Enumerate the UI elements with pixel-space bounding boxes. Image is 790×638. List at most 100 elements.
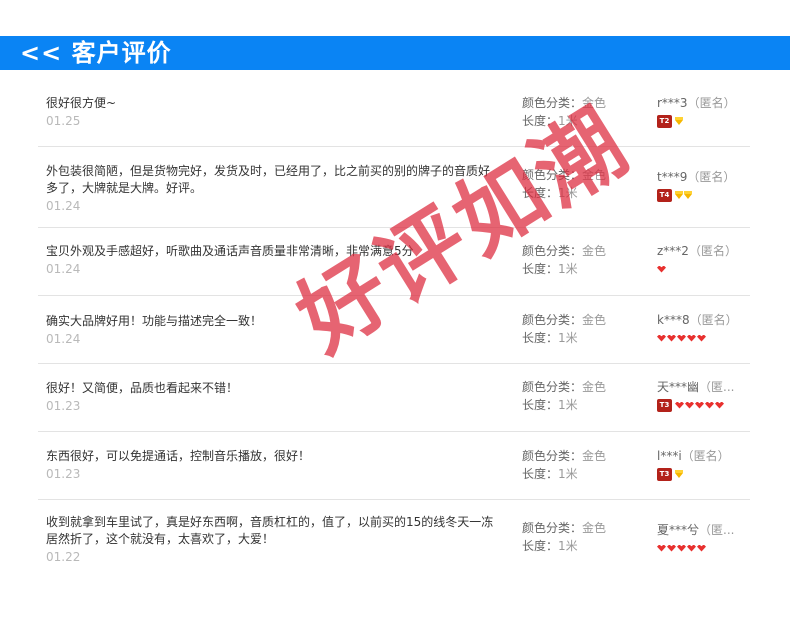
heart-icon (657, 544, 666, 552)
heart-icon (705, 401, 714, 409)
reviewer: 夏***兮（匿... (657, 521, 752, 556)
sku-color: 颜色分类：金色 (522, 311, 606, 329)
reviewer-badges: T2 (657, 113, 752, 129)
sku-length-value: 1米 (558, 539, 578, 553)
reviewer-name[interactable]: r***3 (657, 96, 688, 110)
reviewer-name[interactable]: z***2 (657, 244, 689, 258)
reviewer-name[interactable]: 天***幽 (657, 380, 699, 394)
vip-level-icon: T2 (657, 114, 672, 128)
reviewer-anonymous-tag: （匿名） (681, 449, 730, 463)
sku-info: 颜色分类：金色 长度：1米 (522, 378, 606, 414)
review-date: 01.23 (46, 399, 81, 413)
reviewer-badges (657, 261, 752, 277)
sku-length-value: 1米 (558, 186, 578, 200)
sku-color-label: 颜色分类： (522, 244, 583, 258)
sku-color-value: 金色 (582, 168, 607, 182)
sku-color-value: 金色 (582, 313, 607, 327)
review-content-block: 宝贝外观及手感超好，听歌曲及通话声音质量非常清晰，非常满意5分 01.24 (46, 243, 501, 278)
reviewer-name[interactable]: 夏***兮 (657, 523, 699, 537)
diamond-icon (675, 116, 683, 125)
sku-info: 颜色分类：金色 长度：1米 (522, 519, 606, 555)
sku-color-label: 颜色分类： (522, 449, 583, 463)
review-content-block: 很好很方便~ 01.25 (46, 95, 501, 130)
reviewer-badges: T3 (657, 397, 752, 413)
heart-icon (687, 334, 696, 342)
heart-icon (695, 401, 704, 409)
review-date: 01.24 (46, 262, 81, 276)
sku-length-label: 长度： (522, 114, 559, 128)
heart-icon (667, 334, 676, 342)
review-content-block: 确实大品牌好用！功能与描述完全一致！ 01.24 (46, 313, 501, 348)
sku-color: 颜色分类：金色 (522, 447, 606, 465)
sku-info: 颜色分类：金色 长度：1米 (522, 166, 606, 202)
review-date: 01.23 (46, 467, 81, 481)
sku-length-label: 长度： (522, 398, 559, 412)
review-content-block: 东西很好，可以免提通话，控制音乐播放，很好！ 01.23 (46, 448, 501, 483)
reviewer-anonymous-tag: （匿... (699, 380, 735, 394)
review-item: 很好！又简便，品质也看起来不错！ 01.23 颜色分类：金色 长度：1米 天**… (38, 364, 750, 432)
heart-icon (677, 544, 686, 552)
sku-color: 颜色分类：金色 (522, 94, 606, 112)
review-text: 收到就拿到车里试了，真是好东西啊，音质杠杠的，值了，以前买的15的线冬天一冻居然… (46, 515, 494, 546)
reviewer-anonymous-tag: （匿名） (689, 313, 738, 327)
review-item: 东西很好，可以免提通话，控制音乐播放，很好！ 01.23 颜色分类：金色 长度：… (38, 432, 750, 500)
sku-color: 颜色分类：金色 (522, 166, 606, 184)
sku-color-value: 金色 (582, 380, 607, 394)
sku-length: 长度：1米 (522, 537, 606, 555)
reviewer-badges (657, 330, 752, 346)
section-title: << 客户评价 (20, 39, 172, 67)
sku-color: 颜色分类：金色 (522, 378, 606, 396)
sku-length-value: 1米 (558, 331, 578, 345)
sku-info: 颜色分类：金色 长度：1米 (522, 94, 606, 130)
sku-length-value: 1米 (558, 398, 578, 412)
review-item: 收到就拿到车里试了，真是好东西啊，音质杠杠的，值了，以前买的15的线冬天一冻居然… (38, 500, 750, 574)
reviewer-name[interactable]: k***8 (657, 313, 690, 327)
review-text: 宝贝外观及手感超好，听歌曲及通话声音质量非常清晰，非常满意5分 (46, 244, 414, 258)
reviewer-badges: T3 (657, 466, 752, 482)
sku-length-label: 长度： (522, 539, 559, 553)
sku-color-label: 颜色分类： (522, 521, 583, 535)
vip-level-icon: T3 (657, 398, 672, 412)
heart-icon (667, 544, 676, 552)
review-content-block: 外包装很简陋，但是货物完好，发货及时，已经用了，比之前买的别的牌子的音质好多了，… (46, 163, 501, 215)
heart-icon (675, 401, 684, 409)
review-list: 很好很方便~ 01.25 颜色分类：金色 长度：1米 r***3（匿名） T2 … (38, 80, 750, 574)
reviewer: r***3（匿名） T2 (657, 94, 752, 129)
heart-icon (687, 544, 696, 552)
reviewer: z***2（匿名） (657, 242, 752, 277)
sku-length: 长度：1米 (522, 465, 606, 483)
reviewer: t***9（匿名） T4 (657, 168, 752, 203)
reviewer-anonymous-tag: （匿名） (687, 96, 736, 110)
vip-level-icon: T4 (657, 188, 672, 202)
heart-icon (697, 334, 706, 342)
sku-length-label: 长度： (522, 331, 559, 345)
reviewer-anonymous-tag: （匿... (699, 523, 735, 537)
sku-length: 长度：1米 (522, 112, 606, 130)
review-text: 很好很方便~ (46, 96, 117, 110)
heart-icon (657, 334, 666, 342)
reviewer-badges: T4 (657, 187, 752, 203)
page: << 客户评价 很好很方便~ 01.25 颜色分类：金色 长度：1米 r***3… (0, 0, 790, 638)
sku-length: 长度：1米 (522, 184, 606, 202)
reviewer-name[interactable]: l***i (657, 449, 682, 463)
sku-color-value: 金色 (582, 521, 607, 535)
sku-info: 颜色分类：金色 长度：1米 (522, 311, 606, 347)
sku-color-label: 颜色分类： (522, 380, 583, 394)
review-text: 确实大品牌好用！功能与描述完全一致！ (46, 314, 263, 328)
review-item: 外包装很简陋，但是货物完好，发货及时，已经用了，比之前买的别的牌子的音质好多了，… (38, 147, 750, 228)
review-date: 01.22 (46, 550, 81, 564)
review-text: 东西很好，可以免提通话，控制音乐播放，很好！ (46, 449, 311, 463)
sku-info: 颜色分类：金色 长度：1米 (522, 242, 606, 278)
review-text: 很好！又简便，品质也看起来不错！ (46, 381, 239, 395)
heart-icon (697, 544, 706, 552)
reviewer: 天***幽（匿... T3 (657, 378, 752, 413)
section-header: << 客户评价 (0, 36, 790, 70)
review-date: 01.24 (46, 332, 81, 346)
review-content-block: 很好！又简便，品质也看起来不错！ 01.23 (46, 380, 501, 415)
reviewer: l***i（匿名） T3 (657, 447, 752, 482)
heart-icon (685, 401, 694, 409)
heart-icon (715, 401, 724, 409)
reviewer-name[interactable]: t***9 (657, 170, 687, 184)
sku-info: 颜色分类：金色 长度：1米 (522, 447, 606, 483)
review-content-block: 收到就拿到车里试了，真是好东西啊，音质杠杠的，值了，以前买的15的线冬天一冻居然… (46, 514, 501, 566)
